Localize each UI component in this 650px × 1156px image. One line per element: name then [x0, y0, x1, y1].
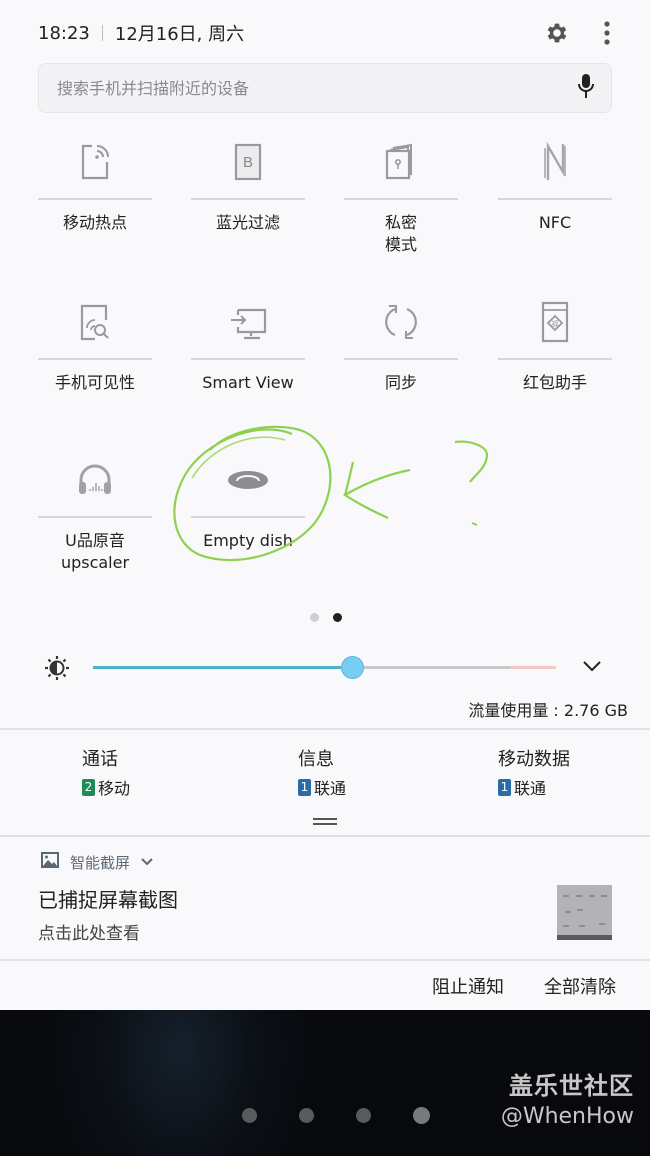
notification-subtitle[interactable]: 点击此处查看 — [38, 919, 140, 944]
search-bar[interactable] — [38, 63, 612, 113]
home-page-indicator — [242, 1107, 430, 1124]
red-envelope-icon: 福 — [540, 301, 570, 347]
blue-light-filter-icon: B — [233, 142, 263, 186]
sim-calls[interactable]: 通话 2 移动 — [82, 745, 130, 799]
watermark-author: @WhenHow — [500, 1104, 634, 1129]
data-usage: 流量使用量 : 2.76 GB — [468, 701, 628, 720]
tile-blue-light-filter[interactable]: B 蓝光过滤 — [191, 130, 305, 234]
home-page-dot-active[interactable] — [413, 1107, 430, 1124]
divider — [0, 959, 650, 961]
tile-private-mode[interactable]: 私密 模式 — [344, 130, 458, 256]
tile-label: 移动热点 — [62, 213, 127, 232]
tile-label: 同步 — [384, 373, 417, 392]
tile-mobile-hotspot[interactable]: 移动热点 — [38, 130, 152, 234]
page-indicator — [310, 613, 342, 622]
tile-label: 红包助手 — [522, 373, 587, 392]
annotation-question-mark — [454, 440, 489, 483]
brightness-row — [44, 650, 610, 686]
separator — [101, 25, 103, 41]
home-page-dot[interactable] — [299, 1108, 314, 1123]
brightness-thumb[interactable] — [341, 656, 365, 679]
status-row: 18:23 12月16日, 周六 — [38, 16, 610, 50]
page-dot-active[interactable] — [333, 613, 342, 622]
sim-mobile-data[interactable]: 移动数据 1 联通 — [498, 745, 570, 799]
microphone-icon[interactable] — [577, 73, 595, 103]
empty-dish-icon — [227, 470, 269, 494]
tile-label: 蓝光过滤 — [215, 213, 280, 232]
mobile-hotspot-icon — [78, 142, 112, 186]
tile-label: NFC — [538, 213, 572, 232]
tile-label: Empty dish — [203, 531, 293, 550]
tile-label: 手机可见性 — [54, 373, 135, 392]
notification-panel: 18:23 12月16日, 周六 移动热点 B — [0, 0, 650, 1010]
sim-carrier: 联通 — [314, 779, 347, 798]
tile-phone-visibility[interactable]: 手机可见性 — [38, 290, 152, 394]
divider — [0, 728, 650, 730]
headphones-icon — [76, 462, 114, 502]
sim-title: 移动数据 — [498, 749, 570, 770]
sync-icon — [381, 302, 421, 346]
tile-label: U品原音 upscaler — [60, 531, 130, 572]
sim-badge: 1 — [498, 778, 511, 796]
home-page-dot[interactable] — [356, 1108, 371, 1123]
divider — [0, 835, 650, 837]
drag-handle[interactable] — [313, 818, 337, 828]
nfc-icon — [540, 140, 570, 188]
brightness-slider[interactable] — [93, 656, 556, 679]
clock: 18:23 — [38, 22, 90, 44]
annotation-question-dot — [471, 522, 478, 526]
sim-carrier: 联通 — [514, 779, 547, 798]
tile-smart-view[interactable]: Smart View — [191, 290, 305, 394]
gear-icon[interactable] — [544, 20, 570, 46]
home-page-dot[interactable] — [242, 1108, 257, 1123]
notification-actions: 阻止通知 全部清除 — [432, 973, 616, 999]
brightness-warning-zone — [510, 666, 556, 669]
chevron-down-icon[interactable] — [140, 853, 154, 871]
svg-text:B: B — [243, 154, 253, 171]
private-mode-icon — [384, 142, 418, 186]
tile-uhq-upscaler[interactable]: U品原音 upscaler — [38, 448, 152, 574]
sim-title: 信息 — [298, 749, 334, 770]
image-icon — [40, 851, 60, 873]
search-input[interactable] — [57, 78, 577, 98]
tile-red-envelope[interactable]: 福 红包助手 — [498, 290, 612, 394]
clear-all-button[interactable]: 全部清除 — [544, 973, 616, 999]
screenshot-thumbnail[interactable] — [557, 885, 612, 940]
tile-label: 私密 模式 — [384, 213, 417, 254]
notification-title[interactable]: 已捕捉屏幕截图 — [38, 884, 178, 913]
notification-header[interactable]: 智能截屏 — [40, 851, 154, 873]
annotation-arrow — [342, 461, 411, 519]
brightness-icon[interactable] — [44, 655, 70, 685]
chevron-down-icon[interactable] — [582, 658, 602, 677]
more-vert-icon[interactable] — [604, 21, 610, 45]
notification-app-name: 智能截屏 — [70, 853, 131, 872]
tile-empty-dish[interactable]: Empty dish — [191, 448, 305, 552]
sim-badge: 2 — [82, 778, 95, 796]
sim-messages[interactable]: 信息 1 联通 — [298, 745, 346, 799]
phone-visibility-icon — [77, 302, 113, 346]
tile-label: Smart View — [202, 373, 294, 392]
sim-title: 通话 — [82, 749, 118, 770]
sim-badge: 1 — [298, 778, 311, 796]
brightness-fill — [93, 666, 353, 669]
block-notifications-button[interactable]: 阻止通知 — [432, 973, 504, 999]
date: 12月16日, 周六 — [114, 24, 245, 45]
sim-carrier: 移动 — [98, 779, 131, 798]
watermark-title: 盖乐世社区 — [509, 1072, 634, 1100]
smart-view-icon — [228, 302, 268, 346]
tile-nfc[interactable]: NFC — [498, 130, 612, 234]
page-dot[interactable] — [310, 613, 319, 622]
tile-sync[interactable]: 同步 — [344, 290, 458, 394]
svg-text:福: 福 — [552, 319, 559, 328]
